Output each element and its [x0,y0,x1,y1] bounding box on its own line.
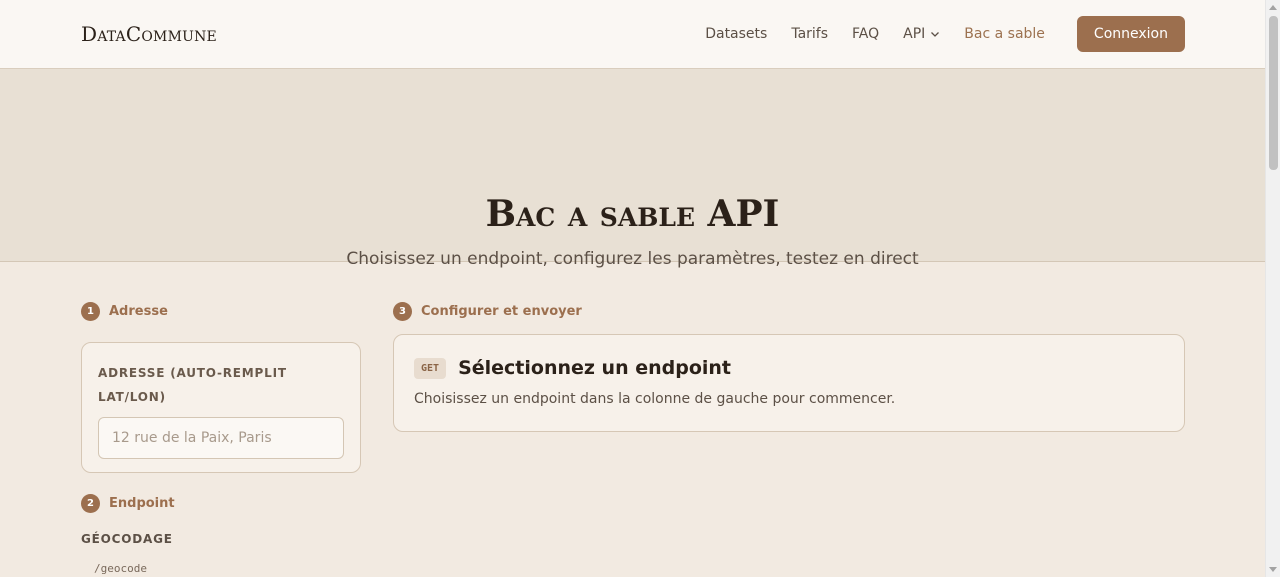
hero-banner: Bac a sable API Choisissez un endpoint, … [0,69,1265,269]
scrollbar-thumb[interactable] [1269,16,1278,170]
chevron-down-icon [931,32,940,37]
nav-api-label: API [903,26,926,42]
main-nav: Datasets Tarifs FAQ API Bac a sable Conn… [705,16,1185,52]
login-button[interactable]: Connexion [1076,16,1185,52]
step-label: Endpoint [109,496,175,511]
page: DataCommune Datasets Tarifs FAQ API Bac … [0,0,1265,577]
page-subtitle: Choisissez un endpoint, configurez les p… [346,249,919,269]
step-configure-heading: 3 Configurer et envoyer [393,302,1185,321]
http-method-badge: GET [414,357,447,379]
address-field-label: Adresse (auto-remplit lat/lon) [98,366,287,404]
address-input[interactable] [98,417,344,459]
nav-bac-a-sable[interactable]: Bac a sable [964,16,1045,52]
address-card: Adresse (auto-remplit lat/lon) [81,342,361,473]
brand-logo[interactable]: DataCommune [81,22,217,46]
nav-datasets[interactable]: Datasets [705,16,767,52]
nav-tarifs[interactable]: Tarifs [791,16,828,52]
endpoint-group-title: Géocodage [81,532,173,546]
nav-api-dropdown[interactable]: API [903,16,940,52]
step-number-badge: 1 [81,302,100,321]
step-endpoint-heading: 2 Endpoint [81,494,361,513]
scroll-up-arrow-icon[interactable] [1269,5,1277,10]
step-label: Adresse [109,304,168,319]
endpoint-card-description: Choisissez un endpoint dans la colonne d… [414,391,896,407]
page-title: Bac a sable API [485,193,780,235]
page-scrollbar[interactable] [1265,0,1280,577]
step-number-badge: 3 [393,302,412,321]
scroll-down-arrow-icon[interactable] [1269,567,1277,572]
endpoint-card-header: GET Sélectionnez un endpoint [414,357,1164,379]
left-column: 1 Adresse Adresse (auto-remplit lat/lon)… [81,302,361,575]
step-label: Configurer et envoyer [421,304,582,319]
nav-faq[interactable]: FAQ [852,16,879,52]
endpoint-details-card: GET Sélectionnez un endpoint Choisissez … [393,334,1185,432]
right-column: 3 Configurer et envoyer GET Sélectionnez… [393,302,1185,432]
step-address-heading: 1 Adresse [81,302,361,321]
endpoint-item-geocode[interactable]: /geocode [94,562,361,575]
endpoint-card-title: Sélectionnez un endpoint [458,357,732,379]
top-navbar: DataCommune Datasets Tarifs FAQ API Bac … [0,0,1265,69]
step-number-badge: 2 [81,494,100,513]
